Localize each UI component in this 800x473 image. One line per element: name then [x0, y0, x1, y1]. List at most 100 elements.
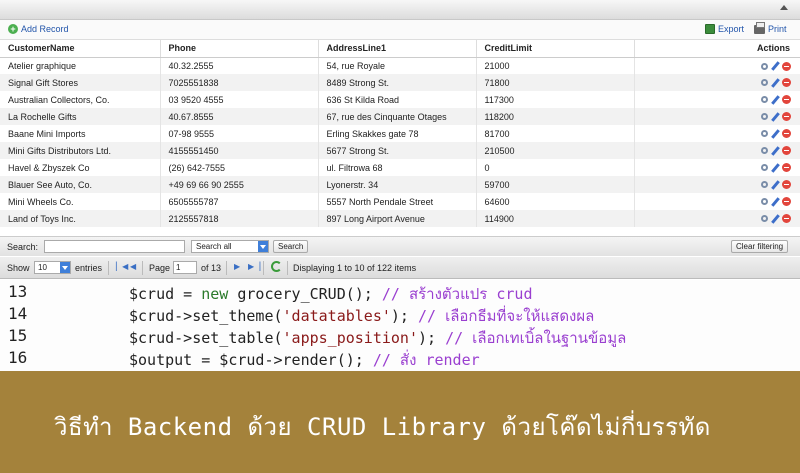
- code-op: =: [174, 285, 202, 303]
- edit-icon[interactable]: [771, 214, 780, 224]
- view-icon[interactable]: [761, 113, 768, 121]
- column-header-creditlimit[interactable]: CreditLimit: [476, 40, 635, 58]
- delete-icon[interactable]: [782, 78, 791, 88]
- delete-icon[interactable]: [782, 197, 791, 207]
- add-record-button[interactable]: + Add Record: [8, 24, 69, 34]
- code-rest: );: [390, 307, 418, 325]
- delete-icon[interactable]: [782, 112, 791, 122]
- data-grid: CustomerName Phone AddressLine1 CreditLi…: [0, 40, 800, 227]
- per-page-select[interactable]: 10: [34, 261, 71, 274]
- chevron-down-icon: [60, 262, 70, 273]
- table-cell: Erling Skakkes gate 78: [318, 125, 477, 142]
- edit-icon[interactable]: [771, 180, 780, 190]
- table-cell: +49 69 66 90 2555: [160, 176, 319, 193]
- pager-bar: Show 10 entries ▏◀ ◀ Page 1 of 13 ▶ ▶▕ D…: [0, 257, 800, 279]
- prev-page-icon[interactable]: ◀: [130, 262, 136, 271]
- code-op: = $crud->render();: [192, 351, 373, 369]
- table-cell: 07-98 9555: [160, 125, 319, 142]
- search-bar: Search: Search all Search Clear filterin…: [0, 236, 800, 256]
- table-cell: 03 9520 4555: [160, 91, 319, 108]
- edit-icon[interactable]: [771, 146, 780, 156]
- table-row[interactable]: Signal Gift Stores 7025551838 8489 Strong …: [0, 74, 800, 91]
- next-page-icon[interactable]: ▶: [234, 262, 240, 271]
- code-var: $output: [129, 351, 193, 369]
- view-icon[interactable]: [761, 181, 768, 189]
- view-icon[interactable]: [761, 198, 768, 206]
- code-text: $output = $crud->render(); // สั่ง rende…: [129, 348, 480, 372]
- view-icon[interactable]: [761, 147, 768, 155]
- page-number-input[interactable]: 1: [173, 261, 197, 274]
- code-line: 14 $crud->set_theme('datatables'); // เล…: [0, 304, 800, 326]
- table-row[interactable]: Havel & Zbyszek Co (26) 642-7555 ul. Filtr…: [0, 159, 800, 176]
- view-icon[interactable]: [761, 130, 768, 138]
- print-icon: [754, 21, 765, 34]
- search-input[interactable]: [44, 240, 185, 253]
- table-row[interactable]: Atelier graphique 40.32.2555 54, rue Royal…: [0, 57, 800, 74]
- row-actions: [634, 159, 800, 176]
- table-row[interactable]: Land of Toys Inc. 2125557818 897 Long Airp…: [0, 210, 800, 227]
- table-cell: 64600: [476, 193, 635, 210]
- edit-icon[interactable]: [771, 95, 780, 105]
- refresh-icon[interactable]: [271, 261, 282, 272]
- column-header-phone[interactable]: Phone: [160, 40, 319, 58]
- column-header-addressline1[interactable]: AddressLine1: [318, 40, 477, 58]
- delete-icon[interactable]: [782, 163, 791, 173]
- view-icon[interactable]: [761, 164, 768, 172]
- table-cell: 114900: [476, 210, 635, 227]
- code-op: ->set_theme(: [174, 307, 283, 325]
- table-row[interactable]: Australian Collectors, Co. 03 9520 4555 63…: [0, 91, 800, 108]
- view-icon[interactable]: [761, 96, 768, 104]
- code-comment: // สั่ง render: [372, 351, 480, 369]
- code-op: ->set_table(: [174, 329, 283, 347]
- view-icon[interactable]: [761, 62, 768, 70]
- table-cell: (26) 642-7555: [160, 159, 319, 176]
- view-icon[interactable]: [761, 215, 768, 223]
- table-cell: 117300: [476, 91, 635, 108]
- edit-icon[interactable]: [771, 197, 780, 207]
- edit-icon[interactable]: [771, 78, 780, 88]
- delete-icon[interactable]: [782, 180, 791, 190]
- table-cell: 6505555787: [160, 193, 319, 210]
- code-var: $crud: [129, 285, 175, 303]
- table-cell: 118200: [476, 108, 635, 125]
- table-row[interactable]: La Rochelle Gifts 40.67.8555 67, rue des C…: [0, 108, 800, 125]
- print-button[interactable]: Print: [754, 21, 787, 34]
- collapse-icon[interactable]: [780, 5, 788, 10]
- code-snippet: 13 $crud = new grocery_CRUD(); // สร้างต…: [0, 280, 800, 371]
- table-cell: La Rochelle Gifts: [0, 108, 161, 125]
- row-actions: [634, 210, 800, 227]
- table-cell: 71800: [476, 74, 635, 91]
- export-button[interactable]: Export: [705, 24, 744, 34]
- export-label: Export: [718, 24, 745, 34]
- delete-icon[interactable]: [782, 61, 791, 71]
- edit-icon[interactable]: [771, 112, 780, 122]
- delete-icon[interactable]: [782, 129, 791, 139]
- edit-icon[interactable]: [771, 163, 780, 173]
- table-cell: Signal Gift Stores: [0, 74, 161, 91]
- page-count: of 13: [201, 263, 222, 273]
- table-cell: Land of Toys Inc.: [0, 210, 161, 227]
- last-page-icon[interactable]: ▶▕: [248, 262, 260, 271]
- row-actions: [634, 125, 800, 142]
- table-cell: 5677 Strong St.: [318, 142, 477, 159]
- delete-icon[interactable]: [782, 214, 791, 224]
- edit-icon[interactable]: [771, 129, 780, 139]
- add-record-label: Add Record: [21, 24, 69, 34]
- view-icon[interactable]: [761, 79, 768, 87]
- search-field-select[interactable]: Search all: [191, 240, 269, 253]
- clear-filtering-button[interactable]: Clear filtering: [731, 240, 789, 253]
- table-row[interactable]: Mini Gifts Distributors Ltd. 4155551450 56…: [0, 142, 800, 159]
- edit-icon[interactable]: [771, 61, 780, 71]
- first-page-icon[interactable]: ▏◀: [116, 262, 128, 271]
- delete-icon[interactable]: [782, 95, 791, 105]
- search-button[interactable]: Search: [273, 240, 309, 253]
- entries-label: entries: [75, 263, 103, 273]
- column-header-customername[interactable]: CustomerName: [0, 40, 161, 58]
- table-row[interactable]: Mini Wheels Co. 6505555787 5557 North Pend…: [0, 193, 800, 210]
- table-row[interactable]: Baane Mini Imports 07-98 9555 Erling Skakk…: [0, 125, 800, 142]
- line-number: 16: [8, 348, 28, 367]
- table-row[interactable]: Blauer See Auto, Co. +49 69 66 90 2555 Lyo…: [0, 176, 800, 193]
- code-comment: // เลือกธีมที่จะให้แสดงผล: [418, 307, 595, 325]
- delete-icon[interactable]: [782, 146, 791, 156]
- show-label: Show: [7, 263, 30, 273]
